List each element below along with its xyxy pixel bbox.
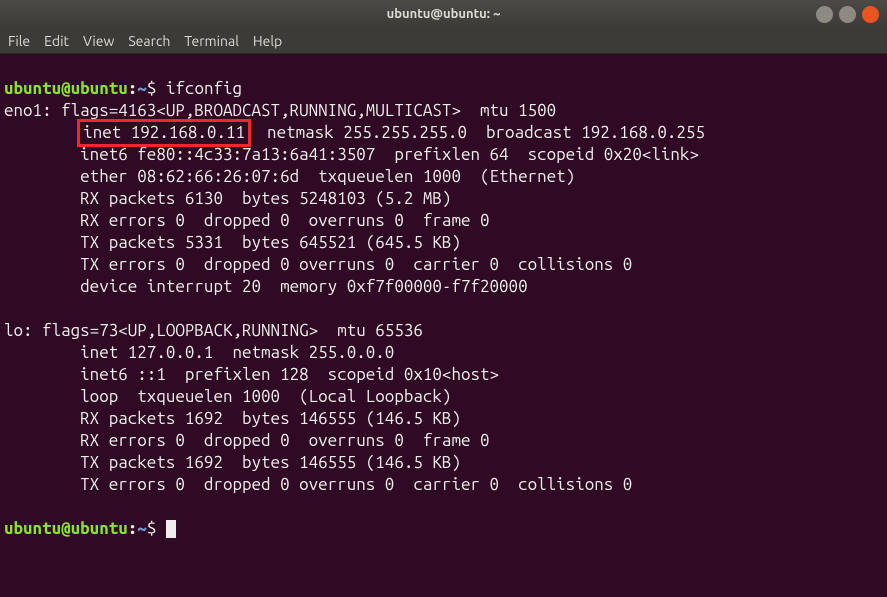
command: ifconfig [166, 79, 242, 98]
output-line: RX packets 1692 bytes 146555 (146.5 KB) [4, 409, 461, 428]
menu-file[interactable]: File [8, 33, 30, 49]
output-line: ether 08:62:66:26:07:6d txqueuelen 1000 … [4, 167, 575, 186]
titlebar: ubuntu@ubuntu: ~ [0, 0, 887, 28]
output-line: RX packets 6130 bytes 5248103 (5.2 MB) [4, 189, 451, 208]
menu-help[interactable]: Help [253, 33, 282, 49]
prompt-userhost: ubuntu@ubuntu [4, 519, 128, 538]
output-line: TX errors 0 dropped 0 overruns 0 carrier… [4, 475, 632, 494]
output-line [4, 497, 14, 516]
prompt-path: ~ [137, 79, 147, 98]
menubar: File Edit View Search Terminal Help [0, 28, 887, 54]
prompt-symbol: $ [147, 79, 157, 98]
window-title: ubuntu@ubuntu: ~ [387, 7, 501, 21]
output-line: RX errors 0 dropped 0 overruns 0 frame 0 [4, 431, 490, 450]
maximize-button[interactable] [839, 6, 856, 23]
prompt-sep: : [128, 79, 138, 98]
output-line: inet 127.0.0.1 netmask 255.0.0.0 [4, 343, 394, 362]
output-line: TX errors 0 dropped 0 overruns 0 carrier… [4, 255, 632, 274]
output-line: inet6 ::1 prefixlen 128 scopeid 0x10<hos… [4, 365, 499, 384]
menu-search[interactable]: Search [128, 33, 170, 49]
output-line [4, 123, 80, 142]
menu-terminal[interactable]: Terminal [184, 33, 239, 49]
output-line: inet6 fe80::4c33:7a13:6a41:3507 prefixle… [4, 145, 699, 164]
menu-edit[interactable]: Edit [44, 33, 69, 49]
minimize-button[interactable] [816, 6, 833, 23]
output-line [4, 299, 14, 318]
output-line: netmask 255.255.255.0 broadcast 192.168.… [248, 123, 705, 142]
prompt-symbol: $ [147, 519, 157, 538]
output-line: RX errors 0 dropped 0 overruns 0 frame 0 [4, 211, 490, 230]
menu-view[interactable]: View [83, 33, 114, 49]
output-line: lo: flags=73<UP,LOOPBACK,RUNNING> mtu 65… [4, 321, 423, 340]
output-line: TX packets 5331 bytes 645521 (645.5 KB) [4, 233, 461, 252]
output-line: device interrupt 20 memory 0xf7f00000-f7… [4, 277, 528, 296]
prompt-userhost: ubuntu@ubuntu [4, 79, 128, 98]
output-line: eno1: flags=4163<UP,BROADCAST,RUNNING,MU… [4, 101, 556, 120]
output-line: TX packets 1692 bytes 146555 (146.5 KB) [4, 453, 461, 472]
prompt-sep: : [128, 519, 138, 538]
highlighted-inet: inet 192.168.0.11 [77, 119, 251, 147]
inet-text: inet 192.168.0.11 [83, 123, 245, 142]
cursor [166, 520, 176, 538]
terminal-area[interactable]: ubuntu@ubuntu:~$ ifconfig eno1: flags=41… [0, 54, 887, 542]
window-controls [816, 6, 879, 23]
output-line: loop txqueuelen 1000 (Local Loopback) [4, 387, 451, 406]
prompt-path: ~ [137, 519, 147, 538]
close-button[interactable] [862, 6, 879, 23]
